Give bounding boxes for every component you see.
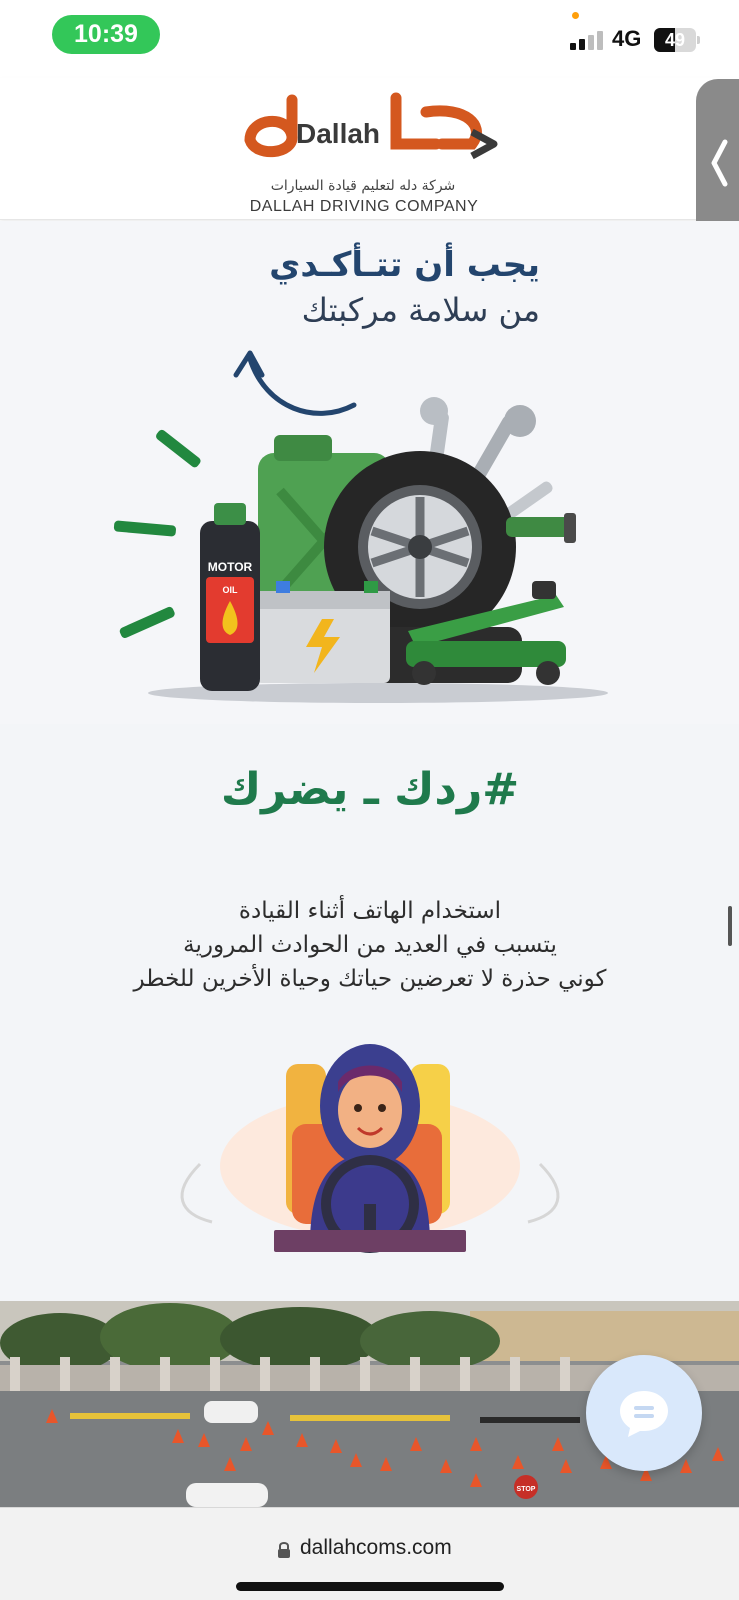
phone-warning-text: استخدام الهاتف أثناء القيادة يتسبب في ال… — [100, 894, 640, 996]
logo-wordmark: Dallah — [296, 118, 381, 149]
stop-sign-text: STOP — [517, 1486, 536, 1493]
campaign-hashtag: #ردك ـ يضرك — [220, 764, 520, 815]
vehicle-safety-banner: يجب أن تتـأكـدي من سلامة مركبتك MOTOR OI… — [0, 221, 739, 724]
phone-warning-line: يتسبب في العديد من الحوادث المرورية — [183, 932, 557, 958]
logo-arabic-tagline: شركة دله لتعليم قيادة السيارات — [270, 178, 456, 194]
chat-button[interactable] — [586, 1355, 702, 1471]
signal-bar — [597, 31, 603, 50]
logo-english-name: DALLAH DRIVING COMPANY — [249, 198, 479, 215]
dallah-logo[interactable]: Dallah شركة دله لتعليم قيادة السيارات DA… — [236, 92, 504, 218]
signal-bar — [570, 43, 576, 50]
phone-use-banner: #ردك ـ يضرك استخدام الهاتف أثناء القيادة… — [0, 724, 739, 1301]
signal-icon — [570, 30, 606, 50]
car-maintenance-illustration: MOTOR OIL — [113, 397, 608, 703]
scroll-indicator[interactable] — [728, 906, 732, 946]
safety-headline: يجب أن تتـأكـدي — [269, 245, 540, 285]
time-pill[interactable]: 10:39 — [52, 15, 160, 54]
home-indicator[interactable] — [236, 1582, 504, 1591]
content-area: يجب أن تتـأكـدي من سلامة مركبتك MOTOR OI… — [0, 221, 739, 1301]
battery-cap — [697, 36, 700, 44]
network-type: 4G — [612, 26, 642, 51]
privacy-indicator-dot — [572, 12, 579, 19]
url-text[interactable]: dallahcoms.com — [300, 1536, 452, 1560]
browser-url-bar[interactable]: dallahcoms.com — [0, 1507, 739, 1600]
female-driver-illustration — [180, 1044, 560, 1253]
phone-warning-line: استخدام الهاتف أثناء القيادة — [238, 898, 502, 924]
battery-level: 49 — [664, 30, 686, 50]
signal-bar — [588, 35, 594, 50]
phone-warning-line: كوني حذرة لا تعرضين حياتك وحياة الأخرين … — [133, 966, 607, 992]
chevron-left-icon[interactable] — [710, 138, 728, 188]
signal-bar — [579, 39, 585, 50]
lock-icon — [278, 1542, 290, 1558]
site-header: Dallah شركة دله لتعليم قيادة السيارات DA… — [0, 78, 739, 220]
chat-bubble-icon — [620, 1391, 668, 1437]
safety-subheadline: من سلامة مركبتك — [301, 291, 540, 329]
status-bar: 10:39 4G 49 — [0, 0, 739, 78]
battery-icon: 49 — [654, 28, 696, 52]
oil-label: OIL — [223, 585, 239, 595]
oil-bottle-label: MOTOR — [208, 560, 253, 574]
